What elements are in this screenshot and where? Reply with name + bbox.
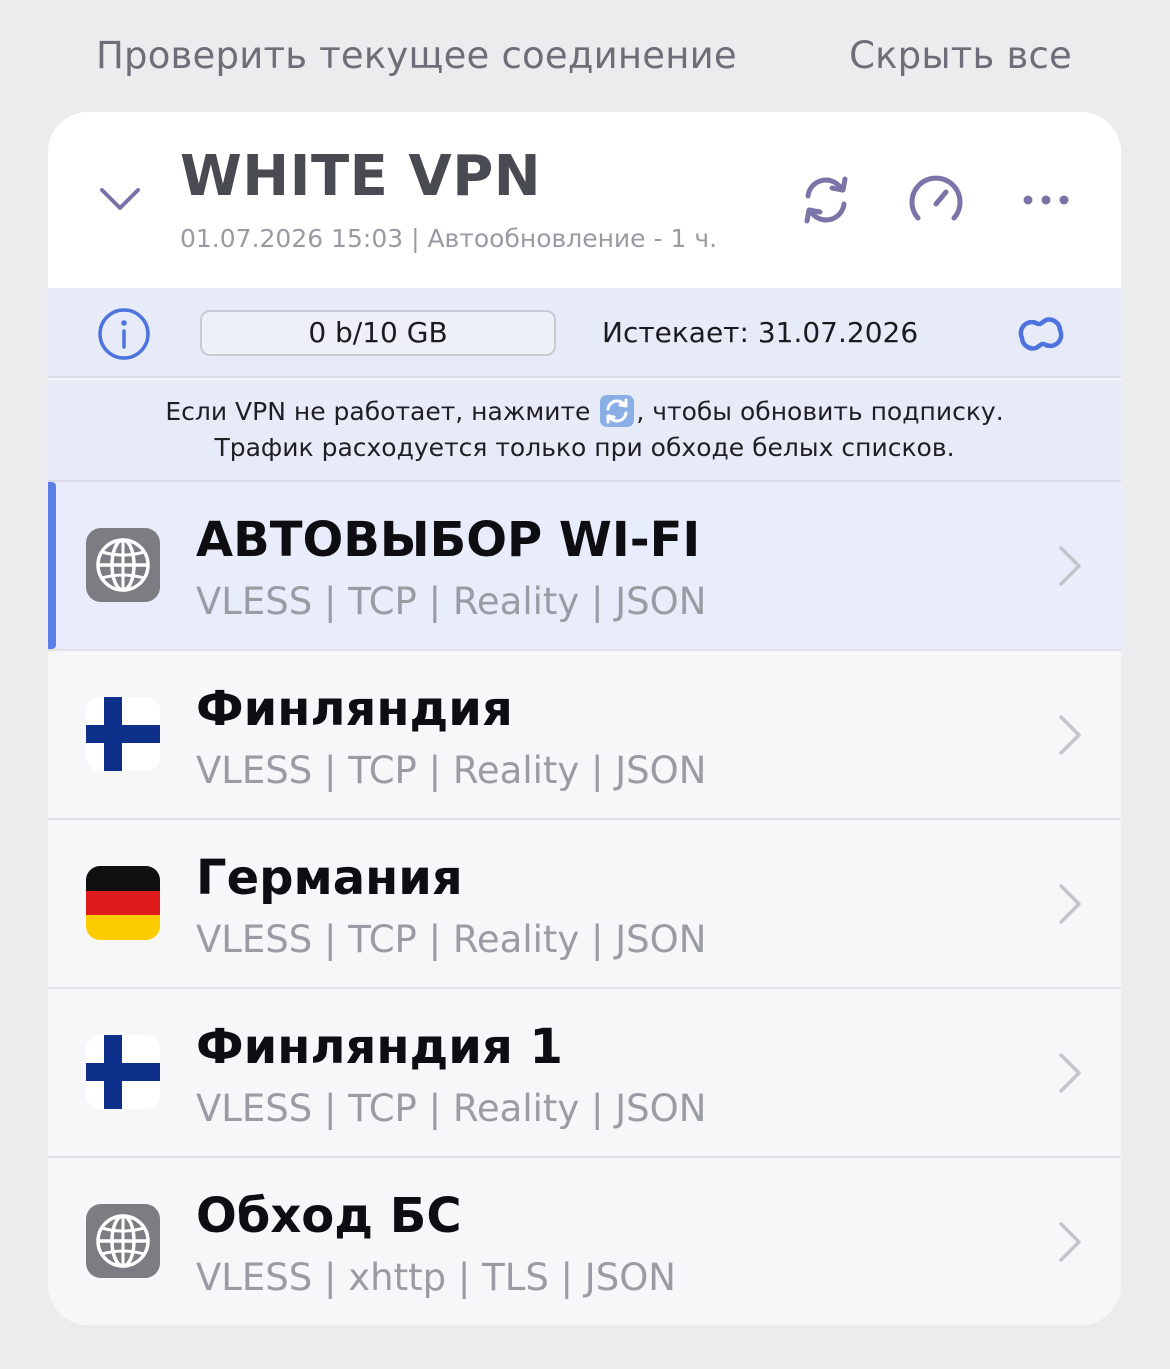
speedometer-icon[interactable]: [906, 170, 966, 230]
subscription-header: WHITE VPN 01.07.2026 15:03 | Автообновле…: [48, 112, 1121, 288]
server-name: Финляндия 1: [196, 1019, 563, 1075]
server-name: АВТОВЫБОР WI-FI: [196, 512, 701, 568]
hide-all-link[interactable]: Скрыть все: [849, 34, 1072, 77]
info-icon[interactable]: [96, 306, 152, 362]
finland-flag-icon: [86, 697, 160, 771]
notice-text-1: Если VPN не работает, нажмите: [165, 397, 591, 426]
server-row[interactable]: Германия VLESS | TCP | Reality | JSON: [48, 820, 1121, 989]
more-options-icon[interactable]: [1016, 170, 1076, 230]
server-name: Финляндия: [196, 681, 513, 737]
server-protocol: VLESS | xhttp | TLS | JSON: [196, 1256, 676, 1299]
server-protocol: VLESS | TCP | Reality | JSON: [196, 749, 707, 792]
chevron-down-icon[interactable]: [98, 176, 142, 220]
server-row[interactable]: АВТОВЫБОР WI-FI VLESS | TCP | Reality | …: [48, 482, 1121, 651]
notice-text-2: , чтобы обновить подписку.: [636, 397, 1004, 426]
server-protocol: VLESS | TCP | Reality | JSON: [196, 580, 707, 623]
link-icon[interactable]: [1012, 310, 1070, 358]
germany-flag-icon: [86, 866, 160, 940]
chevron-right-icon: [1059, 1053, 1081, 1093]
chevron-right-icon: [1059, 1222, 1081, 1262]
server-protocol: VLESS | TCP | Reality | JSON: [196, 918, 707, 961]
server-row[interactable]: Обход БС VLESS | xhttp | TLS | JSON: [48, 1158, 1121, 1325]
top-bar: Проверить текущее соединение Скрыть все: [0, 0, 1170, 112]
subscription-info-bar: 0 b/10 GB Истекает: 31.07.2026: [48, 288, 1121, 378]
server-row[interactable]: Финляндия VLESS | TCP | Reality | JSON: [48, 651, 1121, 820]
chevron-right-icon: [1059, 546, 1081, 586]
subscription-title: WHITE VPN: [180, 144, 542, 209]
globe-icon: [86, 1204, 160, 1278]
server-name: Обход БС: [196, 1188, 462, 1244]
chevron-right-icon: [1059, 884, 1081, 924]
server-protocol: VLESS | TCP | Reality | JSON: [196, 1087, 707, 1130]
subscription-card: WHITE VPN 01.07.2026 15:03 | Автообновле…: [48, 112, 1121, 1325]
notice-text-3: Трафик расходуется только при обходе бел…: [214, 433, 955, 462]
server-list: АВТОВЫБОР WI-FI VLESS | TCP | Reality | …: [48, 482, 1121, 1325]
chevron-right-icon: [1059, 715, 1081, 755]
check-connection-link[interactable]: Проверить текущее соединение: [96, 34, 737, 77]
traffic-usage-bar: 0 b/10 GB: [200, 310, 556, 356]
expiration-date: Истекает: 31.07.2026: [602, 316, 919, 349]
server-name: Германия: [196, 850, 463, 906]
subscription-updated: 01.07.2026 15:03 | Автообновление - 1 ч.: [180, 224, 718, 253]
globe-icon: [86, 528, 160, 602]
refresh-notice: Если VPN не работает, нажмите , чтобы об…: [48, 380, 1121, 482]
server-row[interactable]: Финляндия 1 VLESS | TCP | Reality | JSON: [48, 989, 1121, 1158]
refresh-icon[interactable]: [796, 170, 856, 230]
finland-flag-icon: [86, 1035, 160, 1109]
refresh-emoji-icon: [600, 395, 635, 427]
